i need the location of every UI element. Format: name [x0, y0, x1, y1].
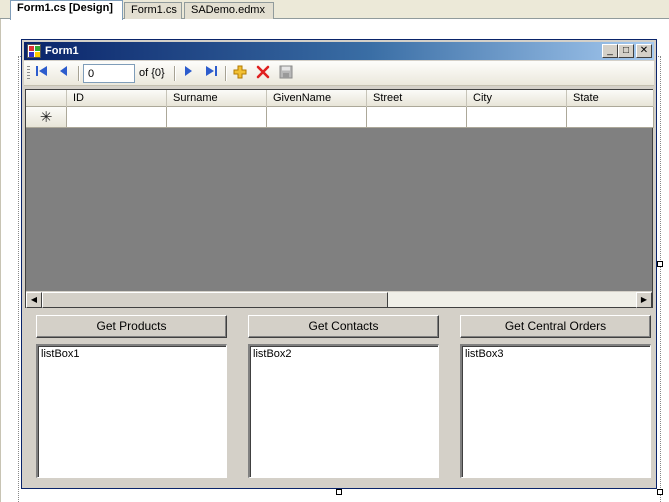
document-tab-strip: Form1.cs [Design] Form1.cs SADemo.edmx: [0, 0, 669, 20]
form-title: Form1: [45, 45, 79, 57]
form-titlebar[interactable]: Form1 _ □ ✕: [24, 42, 654, 60]
move-next-icon[interactable]: [179, 65, 197, 82]
scroll-left-icon[interactable]: ◀: [26, 292, 42, 308]
column-header-givenname[interactable]: GivenName: [267, 90, 367, 107]
listbox-1[interactable]: listBox1: [36, 344, 227, 478]
listbox-2-label: listBox2: [253, 348, 292, 360]
position-input[interactable]: [83, 64, 135, 83]
count-label: of {0}: [139, 67, 165, 79]
toolbar-separator: [225, 66, 226, 81]
column-header-street[interactable]: Street: [367, 90, 467, 107]
listbox-2[interactable]: listBox2: [248, 344, 439, 478]
resize-handle-right[interactable]: [657, 261, 663, 267]
column-header-surname[interactable]: Surname: [167, 90, 267, 107]
grid-header: ID Surname GivenName Street City State: [26, 90, 654, 107]
tab-form1-design[interactable]: Form1.cs [Design]: [10, 0, 123, 20]
scrollbar-thumb[interactable]: [42, 292, 388, 308]
toolbar-separator: [78, 66, 79, 81]
cell-state[interactable]: [567, 107, 654, 128]
horizontal-scrollbar[interactable]: ◀ ▶: [26, 291, 652, 308]
new-row[interactable]: ✳: [26, 107, 654, 128]
cell-givenname[interactable]: [267, 107, 367, 128]
close-button[interactable]: ✕: [636, 44, 652, 58]
listbox-1-label: listBox1: [41, 348, 80, 360]
cell-city[interactable]: [467, 107, 567, 128]
new-row-marker-icon: ✳: [26, 107, 67, 128]
maximize-button[interactable]: □: [618, 44, 634, 58]
cell-street[interactable]: [367, 107, 467, 128]
listbox-3-label: listBox3: [465, 348, 504, 360]
delete-icon[interactable]: [254, 65, 272, 82]
add-new-icon[interactable]: [231, 65, 249, 82]
tab-form1-code[interactable]: Form1.cs: [124, 2, 182, 19]
get-contacts-button[interactable]: Get Contacts: [248, 315, 439, 338]
listbox-3[interactable]: listBox3: [460, 344, 651, 478]
toolbar-separator: [174, 66, 175, 81]
data-grid[interactable]: ID Surname GivenName Street City State ✳…: [25, 89, 654, 308]
get-central-orders-button[interactable]: Get Central Orders: [460, 315, 651, 338]
scroll-right-icon[interactable]: ▶: [636, 292, 652, 308]
cell-surname[interactable]: [167, 107, 267, 128]
form-icon: [27, 44, 41, 58]
move-previous-icon[interactable]: [55, 65, 73, 82]
tab-sademo-edmx[interactable]: SADemo.edmx: [184, 2, 274, 19]
minimize-button[interactable]: _: [602, 44, 618, 58]
resize-handle-bottom[interactable]: [336, 489, 342, 495]
resize-handle-corner[interactable]: [657, 489, 663, 495]
column-header-city[interactable]: City: [467, 90, 567, 107]
get-products-button[interactable]: Get Products: [36, 315, 227, 338]
toolbar-grip-icon[interactable]: [27, 66, 30, 81]
save-icon[interactable]: [277, 65, 295, 82]
move-last-icon[interactable]: [202, 65, 220, 82]
move-first-icon[interactable]: [33, 65, 51, 82]
column-header-id[interactable]: ID: [67, 90, 167, 107]
column-header-state[interactable]: State: [567, 90, 654, 107]
binding-navigator: of {0}: [24, 61, 654, 86]
cell-id[interactable]: [67, 107, 167, 128]
form-window: Form1 _ □ ✕ of {0}: [21, 39, 657, 489]
row-header-corner: [26, 90, 67, 107]
